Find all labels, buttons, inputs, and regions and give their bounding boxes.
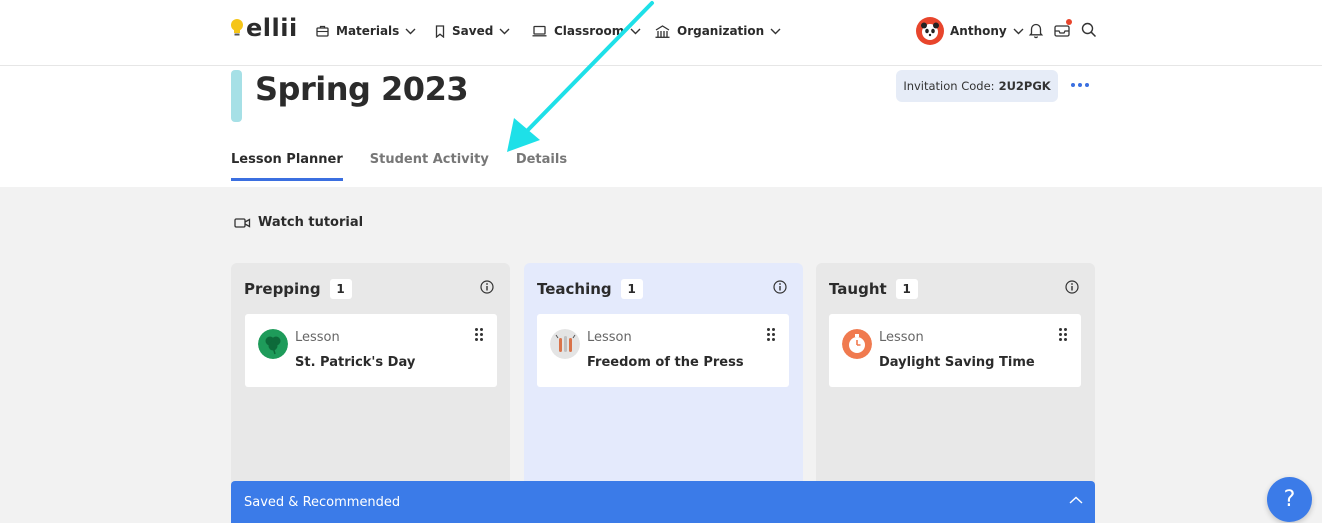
column-header: Prepping 1 [244, 279, 352, 299]
nav-classroom-label: Classroom [554, 24, 625, 38]
invitation-code-badge[interactable]: Invitation Code: 2U2PGK [896, 70, 1058, 102]
shamrock-icon [258, 329, 288, 359]
chevron-down-icon [770, 28, 781, 34]
lesson-card[interactable]: Lesson St. Patrick's Day [245, 314, 497, 387]
clock-icon [842, 329, 872, 359]
class-color-bar [231, 70, 242, 122]
drag-dot [767, 338, 770, 341]
info-icon[interactable] [1065, 280, 1079, 294]
card-type: Lesson [295, 330, 340, 345]
column-title: Taught [829, 280, 887, 298]
drag-handle-icon[interactable] [1059, 328, 1067, 341]
column-title: Prepping [244, 280, 321, 298]
class-header: Spring 2023 Invitation Code: 2U2PGK Less… [0, 66, 1322, 187]
tab-lesson-planner[interactable]: Lesson Planner [231, 150, 343, 181]
column-header: Taught 1 [829, 279, 918, 299]
user-menu[interactable]: Anthony [916, 17, 1024, 45]
nav-organization-label: Organization [677, 24, 765, 38]
drag-dot [480, 328, 483, 331]
panda-icon [921, 22, 939, 40]
tab-student-activity[interactable]: Student Activity [370, 150, 489, 181]
nav-materials[interactable]: Materials [316, 22, 416, 40]
lightbulb-icon [231, 19, 243, 36]
card-title: Freedom of the Press [587, 355, 744, 370]
nav-classroom[interactable]: Classroom [532, 22, 641, 40]
drag-dot [772, 338, 775, 341]
card-type: Lesson [587, 330, 632, 345]
bell-icon[interactable] [1027, 21, 1045, 39]
watch-tutorial-label: Watch tutorial [258, 215, 364, 230]
drag-dot [1064, 333, 1067, 336]
help-button[interactable]: ? [1267, 477, 1312, 522]
ellii-logo[interactable]: ellii [230, 14, 298, 42]
card-type: Lesson [879, 330, 924, 345]
drag-handle-icon[interactable] [475, 328, 483, 341]
lesson-card[interactable]: Lesson Daylight Saving Time [829, 314, 1081, 387]
drag-dot [480, 333, 483, 336]
inbox-button[interactable] [1053, 19, 1072, 39]
building-icon [655, 24, 670, 38]
bookmark-icon [435, 24, 445, 38]
avatar [916, 17, 944, 45]
drag-dot [772, 333, 775, 336]
saved-recommended-label: Saved & Recommended [244, 494, 401, 510]
drag-dot [1059, 333, 1062, 336]
dot [1078, 83, 1082, 87]
info-icon[interactable] [480, 280, 494, 294]
notification-dot [1066, 19, 1072, 25]
chevron-up-icon [1069, 496, 1083, 504]
column-count: 1 [895, 279, 918, 299]
chevron-down-icon [499, 28, 510, 34]
drag-dot [1059, 328, 1062, 331]
more-options-button[interactable] [1071, 76, 1089, 94]
tab-details[interactable]: Details [516, 150, 567, 181]
chevron-down-icon [630, 28, 641, 34]
drag-handle-icon[interactable] [767, 328, 775, 341]
chevron-down-icon [1013, 28, 1024, 34]
laptop-icon [532, 25, 547, 37]
lesson-card[interactable]: Lesson Freedom of the Press [537, 314, 789, 387]
saved-recommended-bar[interactable]: Saved & Recommended [231, 481, 1095, 523]
drag-dot [1064, 328, 1067, 331]
column-count: 1 [620, 279, 643, 299]
nav-organization[interactable]: Organization [655, 22, 781, 40]
nav-saved[interactable]: Saved [435, 22, 510, 40]
drag-dot [767, 328, 770, 331]
drag-dot [475, 333, 478, 336]
user-name: Anthony [950, 24, 1007, 38]
dot [1071, 83, 1075, 87]
search-icon[interactable] [1080, 21, 1098, 39]
invitation-code: 2U2PGK [998, 79, 1051, 93]
column-count: 1 [329, 279, 352, 299]
nav-saved-label: Saved [452, 24, 494, 38]
card-title: Daylight Saving Time [879, 355, 1035, 370]
briefcase-icon [316, 25, 329, 37]
info-icon[interactable] [773, 280, 787, 294]
drag-dot [475, 328, 478, 331]
top-navbar: ellii Materials Saved Classroom Organiza… [0, 0, 1322, 66]
logo-text: ellii [246, 14, 298, 42]
video-camera-icon [234, 217, 251, 228]
column-header: Teaching 1 [537, 279, 643, 299]
card-title: St. Patrick's Day [295, 355, 416, 370]
drag-dot [772, 328, 775, 331]
drag-dot [767, 333, 770, 336]
page-title: Spring 2023 [255, 70, 469, 108]
watch-tutorial-link[interactable]: Watch tutorial [234, 215, 363, 230]
chevron-down-icon [405, 28, 416, 34]
invitation-label: Invitation Code: [903, 79, 995, 93]
class-tabs: Lesson Planner Student Activity Details [231, 150, 594, 181]
nav-materials-label: Materials [336, 24, 400, 38]
drag-dot [1059, 338, 1062, 341]
press-icon [550, 329, 580, 359]
dot [1085, 83, 1089, 87]
drag-dot [475, 338, 478, 341]
drag-dot [480, 338, 483, 341]
drag-dot [1064, 338, 1067, 341]
column-title: Teaching [537, 280, 612, 298]
